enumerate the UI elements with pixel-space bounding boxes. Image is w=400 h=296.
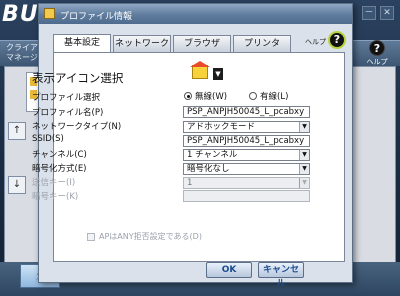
window-controls: － ✕ [362, 6, 394, 20]
background-help-label: ヘルプ [366, 58, 388, 66]
ok-button[interactable]: OK [206, 262, 252, 278]
any-reject-checkbox [87, 232, 95, 241]
dialog-titlebar[interactable]: プロファイル情報 [39, 4, 352, 24]
display-icon-label: 表示アイコン選択 [32, 71, 124, 85]
wireless-radio[interactable] [184, 92, 192, 100]
tx-key-label: 送信キー(I) [32, 178, 76, 188]
ssid-label: SSID(S) [32, 134, 64, 144]
encryption-select[interactable]: 暗号化なし ▼ [183, 163, 310, 175]
wireless-radio-label[interactable]: 無線(W) [195, 90, 227, 102]
profile-name-input[interactable]: PSP_ANPJH50045_L_pcabxy [183, 106, 310, 118]
tx-key-select: 1 ▼ [183, 177, 310, 189]
close-button[interactable]: ✕ [380, 6, 394, 20]
chevron-down-icon: ▼ [299, 178, 309, 188]
help-icon: ? [369, 40, 385, 56]
move-down-button[interactable]: ↓ [8, 176, 26, 194]
channel-select[interactable]: 1 チャンネル ▼ [183, 149, 310, 161]
dialog-help-label: ヘルプ [305, 38, 326, 46]
channel-label: チャンネル(C) [32, 150, 87, 160]
chevron-down-icon[interactable]: ▼ [299, 150, 309, 160]
enc-key-input [183, 190, 310, 202]
minimize-button[interactable]: － [362, 6, 376, 20]
cancel-button[interactable]: キャンセル [258, 262, 304, 289]
tab-bar: 基本設定 ネットワーク ブラウザ プリンタ [53, 34, 293, 53]
any-reject-label: APはANY拒否設定である(D) [99, 232, 202, 241]
dialog-help-button[interactable]: ヘルプ ? [303, 30, 351, 52]
chevron-down-icon[interactable]: ▼ [299, 164, 309, 174]
tx-key-value: 1 [187, 178, 193, 188]
network-type-label: ネットワークタイプ(N) [32, 122, 122, 132]
network-type-value: アドホックモード [187, 122, 256, 132]
tab-basic-settings[interactable]: 基本設定 [53, 34, 111, 53]
profile-select-label: プロファイル選択 [32, 93, 101, 103]
network-type-select[interactable]: アドホックモード ▼ [183, 121, 310, 133]
icon-dropdown-arrow[interactable]: ▼ [213, 68, 223, 80]
chevron-down-icon[interactable]: ▼ [299, 122, 309, 132]
dialog-title: プロファイル情報 [60, 12, 133, 22]
tab-network[interactable]: ネットワーク [113, 35, 171, 52]
background-help-button[interactable]: ? ヘルプ [364, 40, 390, 67]
tab-browser[interactable]: ブラウザ [173, 35, 231, 52]
encryption-label: 暗号化方式(E) [32, 164, 87, 174]
profile-name-label: プロファイル名(P) [32, 108, 104, 118]
wired-radio-label[interactable]: 有線(L) [260, 90, 288, 102]
channel-value: 1 チャンネル [187, 150, 238, 160]
profile-house-icon[interactable] [190, 61, 212, 81]
encryption-value: 暗号化なし [187, 164, 230, 174]
profile-type-radio-group: 無線(W) 有線(L) [184, 90, 288, 102]
app-icon [44, 8, 55, 19]
house-icon [192, 65, 208, 79]
enc-key-label: 暗号キー(K) [32, 192, 79, 202]
help-icon: ? [328, 31, 346, 49]
tab-printer[interactable]: プリンタ [233, 35, 291, 52]
roof-icon [190, 61, 210, 67]
ssid-input[interactable]: PSP_ANPJH50045_L_pcabxy [183, 135, 310, 147]
any-reject-option: APはANY拒否設定である(D) [87, 231, 202, 242]
move-up-button[interactable]: ↑ [8, 122, 26, 140]
wired-radio[interactable] [249, 92, 258, 100]
